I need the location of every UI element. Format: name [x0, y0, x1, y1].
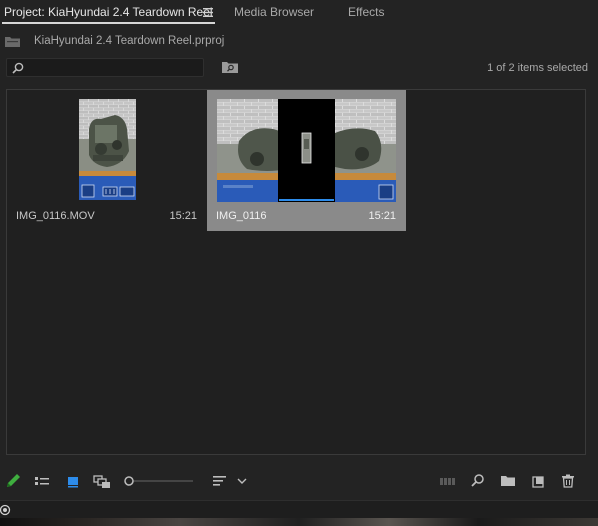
new-item-icon[interactable]	[529, 473, 547, 489]
zoom-slider[interactable]	[123, 475, 195, 487]
active-tab-indicator	[2, 22, 215, 24]
tab-effects[interactable]: Effects	[348, 5, 384, 19]
panel-menu-icon[interactable]	[203, 8, 213, 17]
status-bar	[0, 500, 598, 519]
status-indicator-icon[interactable]	[0, 504, 12, 516]
new-bin-icon[interactable]	[499, 473, 517, 489]
selection-status: 1 of 2 items selected	[487, 62, 588, 74]
clip-name: IMG_0116.MOV	[16, 210, 95, 222]
engine-thumbnail-image	[217, 99, 396, 202]
clip-duration: 15:21	[169, 210, 197, 222]
trash-icon[interactable]	[559, 473, 577, 489]
clip-thumbnail	[79, 99, 136, 200]
bin-icon	[5, 37, 20, 47]
bottom-toolbar	[0, 466, 598, 496]
project-item[interactable]: IMG_0116.MOV 15:21	[8, 90, 207, 231]
project-panel: Project: KiaHyundai 2.4 Teardown Reel Me…	[0, 0, 598, 526]
clip-thumbnail	[217, 99, 396, 202]
project-filename: KiaHyundai 2.4 Teardown Reel.prproj	[34, 35, 225, 47]
project-item-selected[interactable]: IMG_0116 15:21	[207, 90, 406, 231]
search-icon	[12, 62, 24, 74]
tab-media-browser[interactable]: Media Browser	[234, 5, 314, 19]
automate-to-sequence-icon[interactable]	[439, 473, 457, 489]
clip-name: IMG_0116	[216, 210, 267, 222]
background-video-strip	[0, 518, 598, 526]
find-icon[interactable]	[469, 473, 487, 489]
freeform-view-icon[interactable]	[93, 473, 111, 489]
pencil-icon[interactable]	[5, 473, 23, 489]
engine-thumbnail-image	[79, 99, 136, 200]
chevron-down-icon[interactable]	[233, 473, 251, 489]
tab-project[interactable]: Project: KiaHyundai 2.4 Teardown Reel	[4, 5, 213, 19]
project-path-row: KiaHyundai 2.4 Teardown Reel.prproj	[0, 30, 598, 52]
clip-duration: 15:21	[368, 210, 396, 222]
sort-icon[interactable]	[211, 473, 229, 489]
project-items-grid[interactable]: IMG_0116.MOV 15:21 IMG_0116 15:21	[6, 89, 586, 455]
icon-view-icon[interactable]	[64, 473, 82, 489]
new-search-bin-icon[interactable]	[222, 61, 238, 73]
search-input[interactable]	[27, 60, 201, 77]
list-view-icon[interactable]	[33, 473, 51, 489]
search-field[interactable]	[6, 58, 204, 77]
panel-tab-bar: Project: KiaHyundai 2.4 Teardown Reel Me…	[0, 0, 598, 26]
